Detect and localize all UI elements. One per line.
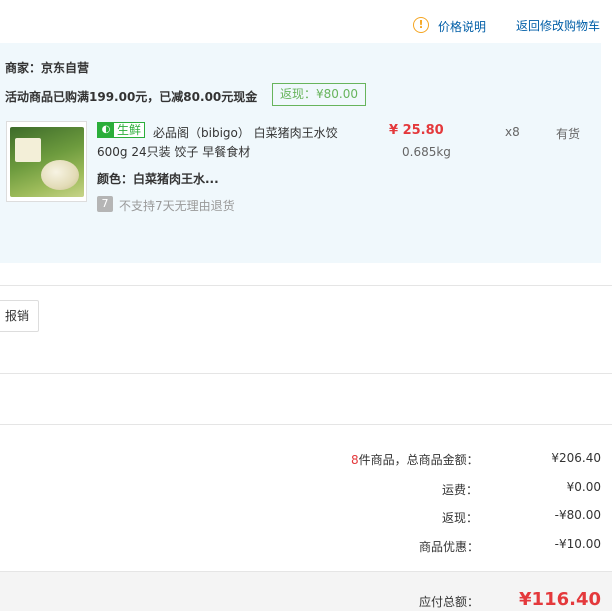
return-policy: 不支持7天无理由退货 xyxy=(119,199,235,213)
total-goods-amount: ¥206.40 xyxy=(551,451,601,465)
product-package-label-graphic xyxy=(15,138,41,162)
cashback-label: 返现： xyxy=(442,511,479,525)
product-title-line2[interactable]: 600g 24只装 饺子 早餐食材 xyxy=(97,143,250,160)
divider xyxy=(0,373,612,374)
fresh-badge-text: 生鲜 xyxy=(114,123,145,137)
product-title-line1[interactable]: 必品阁（bibigo） 白菜猪肉王水饺 xyxy=(153,124,338,141)
price-note-link[interactable]: 价格说明 xyxy=(438,18,486,35)
product-color: 颜色：白菜猪肉王水... xyxy=(97,172,219,186)
shipping-label: 运费： xyxy=(442,483,479,497)
no-return-icon: 7 xyxy=(97,196,113,212)
divider xyxy=(0,285,612,286)
payable-label: 应付总额： xyxy=(419,595,480,609)
shipping-value: ¥0.00 xyxy=(566,480,601,494)
merchant-label: 商家：京东自营 xyxy=(5,61,90,75)
order-panel xyxy=(0,43,601,263)
discount-label: 商品优惠： xyxy=(419,540,480,554)
item-count-label: 件商品，总商品金额： xyxy=(358,453,479,467)
cashback-value: -¥80.00 xyxy=(554,508,601,522)
product-image[interactable] xyxy=(6,121,87,202)
product-weight: 0.685kg xyxy=(402,145,451,159)
product-quantity: x8 xyxy=(505,125,520,139)
fresh-fish-icon: ◐ xyxy=(98,123,114,137)
stock-status: 有货 xyxy=(556,127,581,141)
product-price: ¥ 25.80 xyxy=(389,123,444,138)
back-to-cart-link[interactable]: 返回修改购物车 xyxy=(516,17,600,34)
item-count-row: 8件商品，总商品金额： xyxy=(351,451,479,468)
item-count: 8 xyxy=(351,453,359,467)
cashback-badge: 返现：¥80.00 xyxy=(272,83,366,106)
info-icon[interactable]: ! xyxy=(413,17,429,33)
dumpling-graphic xyxy=(41,160,79,190)
invoice-button[interactable]: 报销 xyxy=(0,300,39,332)
divider xyxy=(0,424,612,425)
discount-value: -¥10.00 xyxy=(554,537,601,551)
promo-text: 活动商品已购满199.00元，已减80.00元现金 xyxy=(5,90,258,104)
fresh-badge: ◐ 生鲜 xyxy=(97,122,146,138)
payable-value: ¥116.40 xyxy=(519,589,601,610)
